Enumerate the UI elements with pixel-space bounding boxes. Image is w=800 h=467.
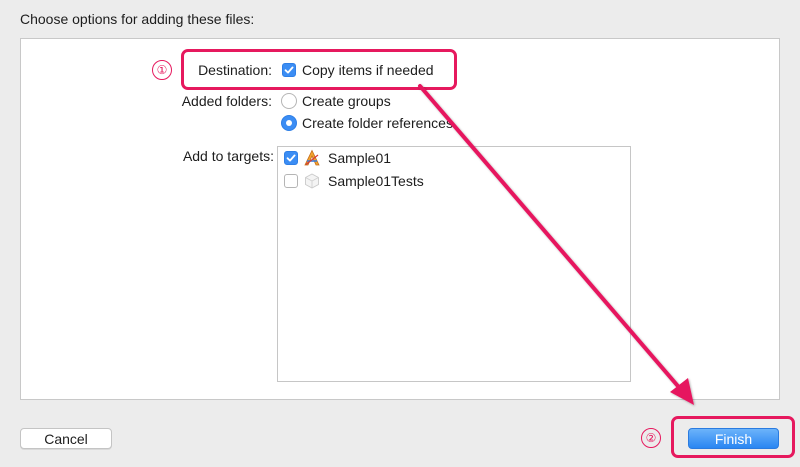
- create-folder-references-radio[interactable]: [281, 115, 297, 131]
- checkmark-icon: [286, 154, 296, 162]
- finish-highlight-box: [671, 416, 795, 458]
- create-groups-label[interactable]: Create groups: [302, 93, 391, 109]
- cancel-button[interactable]: Cancel: [20, 428, 112, 449]
- add-to-targets-label: Add to targets:: [182, 148, 274, 164]
- target-sample01tests-checkbox[interactable]: [284, 174, 298, 188]
- target-sample01-label[interactable]: Sample01: [328, 150, 391, 166]
- create-folder-references-label[interactable]: Create folder references: [302, 115, 453, 131]
- step-1-marker: ①: [152, 60, 172, 80]
- create-groups-radio[interactable]: [281, 93, 297, 109]
- added-folders-label: Added folders:: [181, 93, 272, 109]
- step-2-marker: ②: [641, 428, 661, 448]
- destination-highlight-box: [181, 49, 457, 90]
- test-bundle-icon: [305, 173, 319, 189]
- target-sample01-checkbox[interactable]: [284, 151, 298, 165]
- app-target-icon: [304, 149, 320, 166]
- target-sample01tests-label[interactable]: Sample01Tests: [328, 173, 424, 189]
- dialog-title: Choose options for adding these files:: [20, 11, 255, 27]
